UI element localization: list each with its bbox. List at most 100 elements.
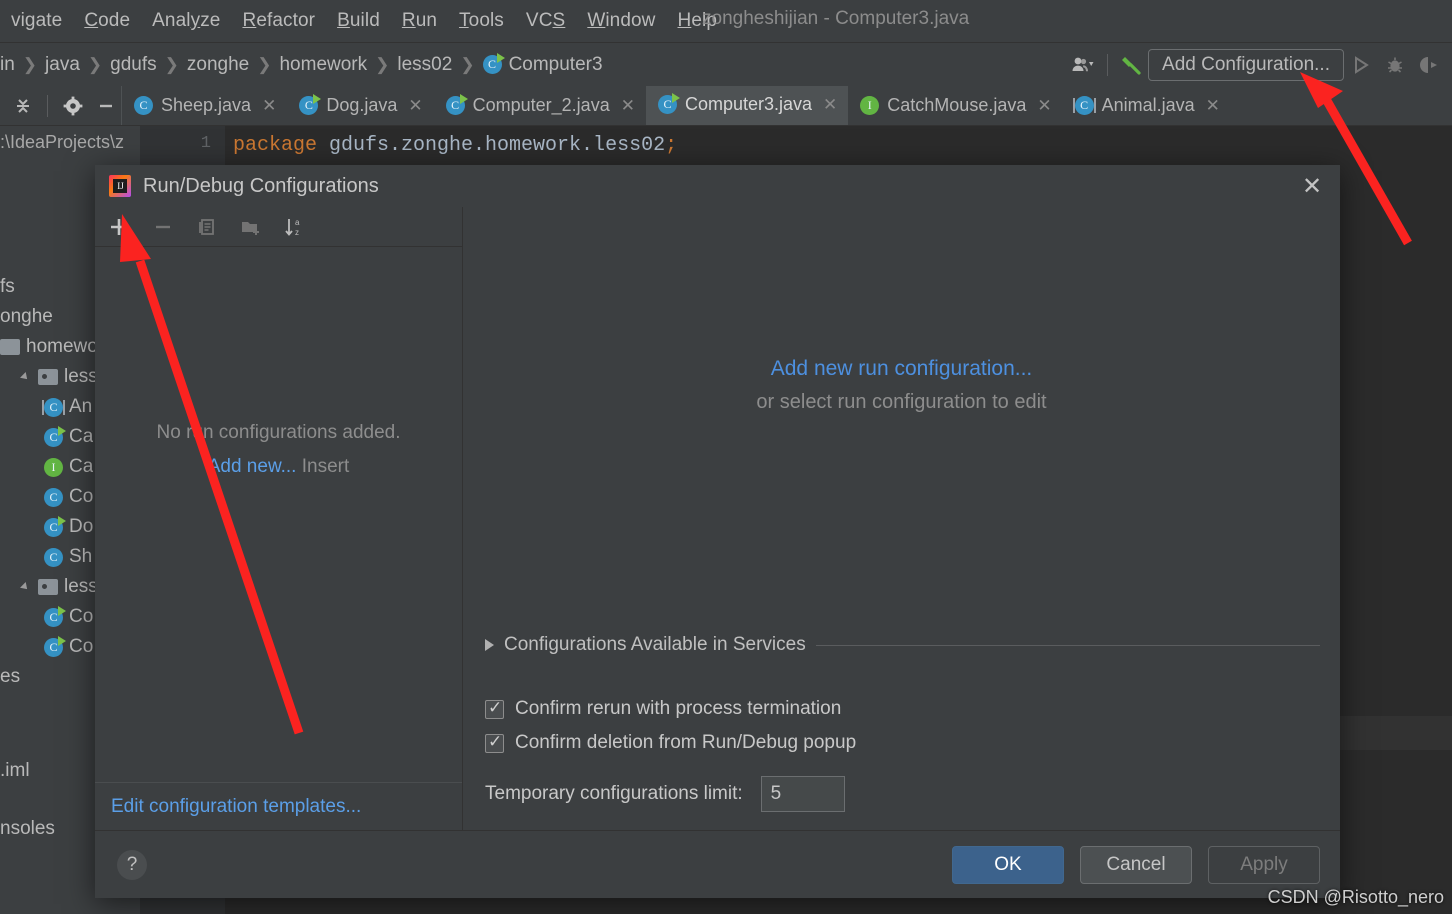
run-with-coverage-icon[interactable] bbox=[1412, 50, 1446, 80]
create-folder-button[interactable] bbox=[237, 214, 265, 240]
build-hammer-icon[interactable] bbox=[1114, 50, 1148, 80]
menu-item-run[interactable]: Run bbox=[391, 10, 448, 32]
dialog-title: Run/Debug Configurations bbox=[143, 174, 379, 197]
apply-button: Apply bbox=[1208, 845, 1320, 884]
dialog-footer: ? OK Cancel Apply bbox=[95, 830, 1340, 898]
breadcrumb-separator: ❯ bbox=[22, 54, 38, 74]
remove-configuration-button[interactable] bbox=[149, 214, 177, 240]
module-folder-icon bbox=[0, 339, 20, 355]
empty-message: No run configurations added. bbox=[156, 421, 401, 443]
breadcrumb-item-homework[interactable]: homework bbox=[279, 54, 367, 76]
breadcrumb-item-computer3[interactable]: C Computer3 bbox=[482, 53, 603, 76]
code-package: gdufs.zonghe.homework.less02 bbox=[317, 134, 666, 157]
tab-label: Sheep.java bbox=[161, 95, 252, 115]
configurations-left-panel: a z No run configurations added. Add new… bbox=[95, 207, 463, 830]
run-icon[interactable] bbox=[1344, 50, 1378, 80]
temporary-limit-input[interactable] bbox=[760, 776, 845, 812]
editor-tab-animal[interactable]: C Animal.java ✕ bbox=[1063, 86, 1231, 125]
add-configuration-button[interactable] bbox=[105, 214, 133, 240]
services-section-header[interactable]: Configurations Available in Services bbox=[485, 634, 1320, 656]
hide-panel-icon[interactable] bbox=[92, 91, 121, 121]
run-debug-configurations-dialog: IJ Run/Debug Configurations ✕ a z No run… bbox=[95, 165, 1340, 898]
cancel-button[interactable]: Cancel bbox=[1080, 845, 1192, 884]
editor-tab-computer_2[interactable]: C Computer_2.java ✕ bbox=[434, 86, 646, 125]
help-icon[interactable]: ? bbox=[117, 849, 147, 880]
toolbar-divider bbox=[1107, 54, 1109, 76]
breadcrumb-item-java[interactable]: java bbox=[45, 54, 80, 76]
watermark: CSDN @Risotto_nero bbox=[1267, 887, 1444, 907]
gear-icon[interactable] bbox=[58, 91, 87, 121]
close-tab-icon[interactable]: ✕ bbox=[621, 96, 635, 116]
configurations-empty-state: No run configurations added. Add new... … bbox=[95, 247, 462, 782]
breadcrumb-separator: ❯ bbox=[460, 54, 475, 74]
menu-item-vigate[interactable]: vigate bbox=[0, 10, 73, 32]
menu-item-analyze[interactable]: Analyze bbox=[141, 10, 231, 32]
menu-item-window[interactable]: Window bbox=[576, 10, 666, 32]
user-dropdown-icon[interactable] bbox=[1067, 50, 1101, 80]
confirm-deletion-label: Confirm deletion from Run/Debug popup bbox=[515, 732, 857, 753]
intellij-logo-icon: IJ bbox=[109, 175, 131, 197]
edit-configuration-templates-link[interactable]: Edit configuration templates... bbox=[111, 796, 361, 818]
chevron-right-icon[interactable] bbox=[485, 639, 494, 651]
close-tab-icon[interactable]: ✕ bbox=[408, 96, 422, 116]
close-tab-icon[interactable]: ✕ bbox=[1206, 96, 1220, 116]
breadcrumb-item-gdufs[interactable]: gdufs bbox=[110, 54, 156, 76]
editor-tab-catchmouse[interactable]: I CatchMouse.java ✕ bbox=[848, 86, 1062, 125]
screen-root: package gdufs.zonghe.homework.less02; 1 … bbox=[0, 0, 1452, 914]
close-tab-icon[interactable]: ✕ bbox=[1037, 96, 1051, 116]
menu-item-code[interactable]: Code bbox=[73, 10, 141, 32]
breadcrumb-item-less02[interactable]: less02 bbox=[397, 54, 452, 76]
svg-text:z: z bbox=[295, 228, 299, 237]
close-tab-icon[interactable]: ✕ bbox=[823, 95, 837, 115]
tree-item-label: fs bbox=[0, 276, 15, 297]
tab-label: Dog.java bbox=[326, 95, 398, 115]
ok-button[interactable]: OK bbox=[952, 845, 1064, 884]
editor-tab-bar: C Sheep.java ✕ C Dog.java ✕ C Computer_2.java ✕ C… bbox=[0, 86, 1452, 126]
tree-item-label: Sh bbox=[69, 546, 93, 567]
java-interface-icon: I bbox=[860, 96, 880, 115]
tree-item-label: Ca bbox=[69, 456, 94, 477]
temporary-limit-label: Temporary configurations limit: bbox=[485, 783, 743, 804]
close-icon[interactable]: ✕ bbox=[1300, 173, 1324, 200]
confirm-deletion-checkbox[interactable] bbox=[485, 732, 504, 753]
sort-configurations-button[interactable]: a z bbox=[281, 214, 309, 240]
editor-tab-sheep[interactable]: C Sheep.java ✕ bbox=[122, 86, 287, 125]
java-interface-icon: I bbox=[44, 457, 63, 477]
tree-item-label: Co bbox=[69, 606, 94, 627]
add-new-link[interactable]: Add new... bbox=[208, 456, 297, 477]
menu-item-build[interactable]: Build bbox=[326, 10, 391, 32]
breadcrumb-separator: ❯ bbox=[257, 54, 272, 74]
project-path-label: :\IdeaProjects\z bbox=[0, 132, 125, 152]
tab-list: C Sheep.java ✕ C Dog.java ✕ C Computer_2.java ✕ C… bbox=[122, 86, 1231, 125]
confirm-rerun-checkbox-row[interactable]: Confirm rerun with process termination bbox=[485, 698, 1320, 720]
collapse-all-icon[interactable] bbox=[8, 91, 37, 121]
breadcrumb-item-in[interactable]: in bbox=[0, 54, 15, 76]
breadcrumb-separator: ❯ bbox=[375, 54, 390, 74]
close-tab-icon[interactable]: ✕ bbox=[262, 96, 276, 116]
package-folder-icon bbox=[38, 369, 58, 385]
svg-text:a: a bbox=[295, 218, 300, 227]
chevron-down-icon[interactable] bbox=[22, 372, 32, 382]
navbar-right-toolbar: Add Configuration... bbox=[1067, 43, 1446, 87]
edit-templates-row: Edit configuration templates... bbox=[95, 782, 462, 830]
menu-item-tools[interactable]: Tools bbox=[448, 10, 515, 32]
tree-item-iml[interactable]: .iml bbox=[0, 760, 30, 782]
breadcrumb-item-zonghe[interactable]: zonghe bbox=[187, 54, 249, 76]
tab-label: Animal.java bbox=[1101, 95, 1195, 115]
copy-configuration-button[interactable] bbox=[193, 214, 221, 240]
menu-item-refactor[interactable]: Refactor bbox=[231, 10, 326, 32]
confirm-rerun-checkbox[interactable] bbox=[485, 698, 504, 719]
debug-icon[interactable] bbox=[1378, 50, 1412, 80]
confirm-deletion-checkbox-row[interactable]: Confirm deletion from Run/Debug popup bbox=[485, 732, 1320, 754]
add-configuration-button[interactable]: Add Configuration... bbox=[1148, 49, 1344, 81]
tree-item-label: homewor bbox=[26, 336, 105, 357]
chevron-down-icon[interactable] bbox=[22, 582, 32, 592]
java-runnable-class-icon: C bbox=[482, 53, 505, 74]
services-section-label: Configurations Available in Services bbox=[504, 634, 806, 655]
add-new-run-configuration-link[interactable]: Add new run configuration... bbox=[463, 357, 1340, 381]
editor-tab-computer3[interactable]: C Computer3.java ✕ bbox=[645, 86, 849, 125]
editor-tab-dog[interactable]: C Dog.java ✕ bbox=[287, 86, 433, 125]
tree-item-consoles[interactable]: nsoles bbox=[0, 818, 55, 840]
menu-item-vcs[interactable]: VCS bbox=[515, 10, 576, 32]
breadcrumb[interactable]: in ❯ java ❯ gdufs ❯ zonghe ❯ homework ❯ less02 ❯ C Co… bbox=[0, 53, 603, 76]
